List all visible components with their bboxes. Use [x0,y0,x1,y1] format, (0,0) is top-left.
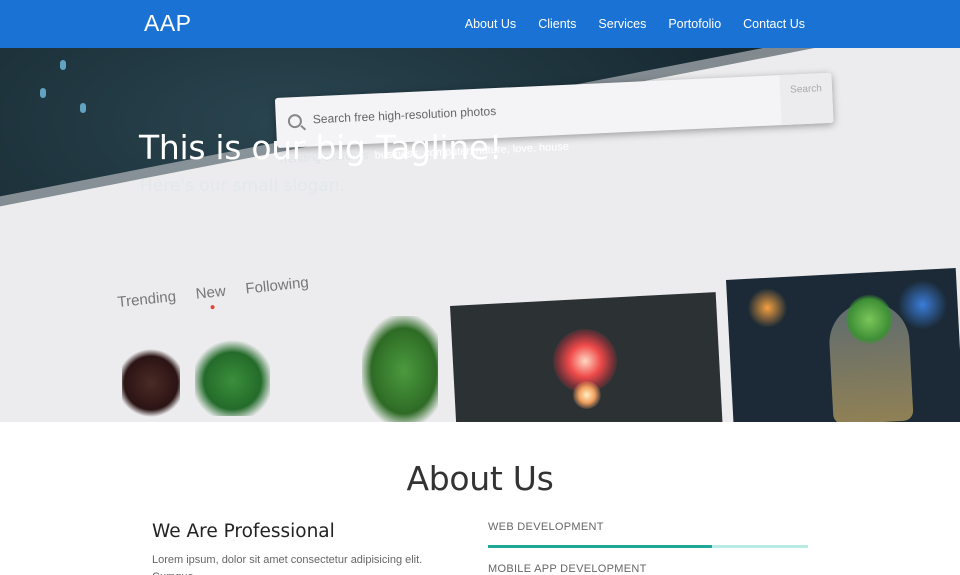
pin-decoration [60,60,66,70]
about-section: About Us We Are Professional Lorem ipsum… [0,422,960,575]
active-indicator-dot [210,304,215,310]
nav-link-portofolio[interactable]: Portofolio [668,17,721,31]
firework-burst [572,380,602,410]
brand-logo[interactable]: AAP [144,10,192,37]
pin-decoration [80,103,86,113]
navbar: AAP About Us Clients Services Portofolio… [0,0,960,48]
screen-tab-new: New [195,283,227,311]
firework-photo-card [450,292,724,422]
search-icon [287,113,303,129]
hero-section: Search free high-resolution photos Searc… [0,48,960,422]
search-button: Search [779,72,834,126]
about-body-text: Lorem ipsum, dolor sit amet consectetur … [152,554,423,575]
nav-link-about-us[interactable]: About Us [465,17,516,31]
nav-links: About Us Clients Services Portofolio Con… [465,0,805,48]
nav-link-clients[interactable]: Clients [538,17,576,31]
bokeh-light [746,286,789,329]
plant-photo [122,344,180,422]
skill-mobile-app-development: MOBILE APP DEVELOPMENT [488,563,808,575]
nav-link-services[interactable]: Services [598,17,646,31]
hero-slogan: Here's our small slogan. [140,176,345,196]
skill-label: MOBILE APP DEVELOPMENT [488,563,647,575]
about-subtitle: We Are Professional [152,521,335,542]
skill-web-development: WEB DEVELOPMENT [488,521,808,548]
cocktail-photo-card [726,267,960,422]
pin-decoration [40,88,46,98]
hero-tagline: This is our big Tagline! [139,128,502,167]
skill-progress-fill [488,545,712,548]
skill-progress-track [488,545,808,548]
search-placeholder: Search free high-resolution photos [312,104,497,127]
screen-tab-new-label: New [194,282,227,303]
about-title: About Us [406,459,554,498]
nav-link-contact-us[interactable]: Contact Us [743,17,805,31]
plant-photo [362,316,438,422]
skill-label: WEB DEVELOPMENT [488,521,604,533]
plant-photo [195,338,270,416]
